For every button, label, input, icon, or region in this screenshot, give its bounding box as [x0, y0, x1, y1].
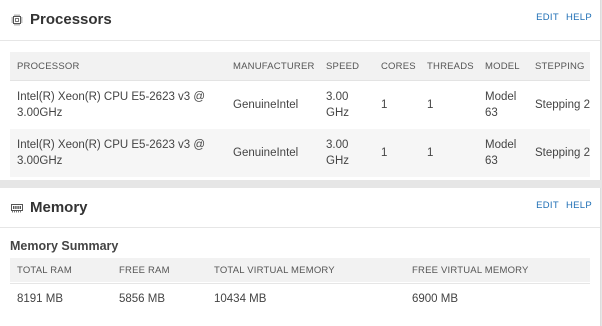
- processors-table: PROCESSOR MANUFACTURER SPEED CORES THREA…: [10, 52, 590, 177]
- stepping-cell: Stepping 2: [528, 80, 590, 129]
- table-row: Intel(R) Xeon(R) CPU E5-2623 v3 @ 3.00GH…: [10, 80, 590, 129]
- speed-cell: 3.00 GHz: [319, 129, 374, 177]
- memory-module-icon: [11, 204, 23, 213]
- processors-actions: EDIT HELP: [529, 12, 592, 23]
- manufacturer-cell: GenuineIntel: [226, 129, 319, 177]
- column-header-model[interactable]: MODEL: [478, 52, 528, 81]
- column-header-stepping[interactable]: STEPPING: [528, 52, 590, 81]
- stepping-cell: Stepping 2: [528, 129, 590, 177]
- column-header-free-ram: FREE RAM: [119, 265, 170, 276]
- free-virtual-memory-value: 6900 MB: [412, 293, 459, 305]
- memory-actions: EDIT HELP: [529, 200, 592, 211]
- table-header-row: PROCESSOR MANUFACTURER SPEED CORES THREA…: [10, 52, 590, 81]
- cores-cell: 1: [374, 129, 420, 177]
- processors-panel: Processors EDIT HELP PROCESSOR MANUFACTUR…: [0, 0, 601, 180]
- memory-summary-values-row: 8191 MB 5856 MB 10434 MB 6900 MB: [10, 283, 590, 318]
- total-virtual-memory-value: 10434 MB: [214, 293, 267, 305]
- manufacturer-cell: GenuineIntel: [226, 80, 319, 129]
- processors-edit-link[interactable]: EDIT: [536, 12, 559, 23]
- table-row: Intel(R) Xeon(R) CPU E5-2623 v3 @ 3.00GH…: [10, 129, 590, 177]
- memory-help-link[interactable]: HELP: [566, 200, 592, 211]
- memory-title: Memory: [30, 199, 88, 216]
- processors-header: Processors EDIT HELP: [0, 0, 600, 41]
- memory-header: Memory EDIT HELP: [0, 188, 600, 228]
- memory-summary-header-row: TOTAL RAM FREE RAM TOTAL VIRTUAL MEMORY …: [10, 258, 590, 282]
- speed-cell: 3.00 GHz: [319, 80, 374, 129]
- processor-cell: Intel(R) Xeon(R) CPU E5-2623 v3 @ 3.00GH…: [10, 129, 226, 177]
- memory-edit-link[interactable]: EDIT: [536, 200, 559, 211]
- model-cell: Model 63: [478, 129, 528, 177]
- column-header-processor[interactable]: PROCESSOR: [10, 52, 226, 81]
- cpu-chip-icon: [11, 14, 23, 26]
- column-header-cores[interactable]: CORES: [374, 52, 420, 81]
- model-cell: Model 63: [478, 80, 528, 129]
- cores-cell: 1: [374, 80, 420, 129]
- processors-help-link[interactable]: HELP: [566, 12, 592, 23]
- threads-cell: 1: [420, 80, 478, 129]
- column-header-threads[interactable]: THREADS: [420, 52, 478, 81]
- processors-title: Processors: [30, 11, 112, 28]
- column-header-manufacturer[interactable]: MANUFACTURER: [226, 52, 319, 81]
- memory-panel: Memory EDIT HELP Memory Summary TOTAL RAM…: [0, 188, 601, 326]
- column-header-total-ram: TOTAL RAM: [17, 265, 72, 276]
- free-ram-value: 5856 MB: [119, 293, 166, 305]
- threads-cell: 1: [420, 129, 478, 177]
- processor-cell: Intel(R) Xeon(R) CPU E5-2623 v3 @ 3.00GH…: [10, 80, 226, 129]
- total-ram-value: 8191 MB: [17, 293, 64, 305]
- column-header-total-virtual-memory: TOTAL VIRTUAL MEMORY: [214, 265, 335, 276]
- column-header-free-virtual-memory: FREE VIRTUAL MEMORY: [412, 265, 529, 276]
- column-header-speed[interactable]: SPEED: [319, 52, 374, 81]
- memory-summary-title: Memory Summary: [10, 239, 119, 253]
